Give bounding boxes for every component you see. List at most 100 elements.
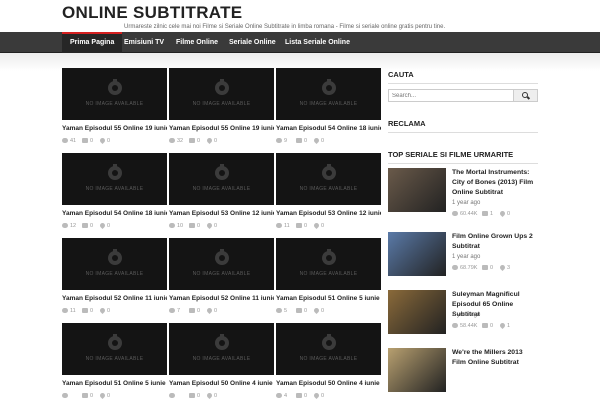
like-count: 3 xyxy=(507,265,511,271)
comment-count: 0 xyxy=(197,223,201,229)
site-title[interactable]: ONLINE SUBTITRATE xyxy=(62,3,242,23)
eye-icon xyxy=(276,393,282,399)
eye-icon xyxy=(62,223,68,229)
eye-icon xyxy=(62,393,68,399)
no-image-label: NO IMAGE AVAILABLE xyxy=(299,356,358,362)
like-count: 0 xyxy=(107,138,111,144)
post-title[interactable]: Yaman Episodul 55 Online 19 iunie xyxy=(169,125,274,132)
no-image-label: NO IMAGE AVAILABLE xyxy=(299,186,358,192)
view-count: 12 xyxy=(70,223,77,229)
search-button[interactable] xyxy=(513,90,537,101)
post-card[interactable]: NO IMAGE AVAILABLE Yaman Episodul 52 Onli… xyxy=(62,238,167,323)
top-item[interactable]: The Mortal Instruments: City of Bones (2… xyxy=(388,168,538,220)
post-thumbnail[interactable]: NO IMAGE AVAILABLE xyxy=(169,153,274,205)
heart-icon xyxy=(205,307,214,315)
comment-count: 0 xyxy=(304,308,308,314)
view-count: 11 xyxy=(70,308,76,314)
view-count: 60.44K xyxy=(460,211,478,217)
post-thumbnail[interactable]: NO IMAGE AVAILABLE xyxy=(62,238,167,290)
comment-icon xyxy=(189,223,195,229)
comment-count: 0 xyxy=(90,138,94,144)
post-title[interactable]: Yaman Episodul 51 Online 5 iunie xyxy=(276,295,381,302)
post-card[interactable]: NO IMAGE AVAILABLE Yaman Episodul 51 Onli… xyxy=(62,323,167,400)
nav-item-seriale-online[interactable]: Seriale Online xyxy=(229,32,276,53)
post-title[interactable]: Yaman Episodul 53 Online 12 iunie xyxy=(169,210,274,217)
no-image-label: NO IMAGE AVAILABLE xyxy=(192,186,251,192)
comment-icon xyxy=(82,223,88,229)
comment-icon xyxy=(82,393,88,399)
top-item[interactable]: Suleyman Magnificul Episodul 65 Online S… xyxy=(388,290,538,342)
top-item-thumbnail[interactable] xyxy=(388,348,446,392)
top-item-title[interactable]: The Mortal Instruments: City of Bones (2… xyxy=(452,168,538,198)
top-item[interactable]: Film Online Grown Ups 2 Subtitrat 1 year … xyxy=(388,232,538,284)
eye-icon xyxy=(276,223,282,229)
eye-icon xyxy=(169,308,175,314)
post-title[interactable]: Yaman Episodul 54 Online 18 iunie xyxy=(62,210,167,217)
nav-item-prima-pagina[interactable]: Prima Pagina xyxy=(62,32,123,53)
search-input[interactable] xyxy=(389,90,514,101)
like-count: 0 xyxy=(107,393,111,399)
post-card[interactable]: NO IMAGE AVAILABLE Yaman Episodul 55 Onli… xyxy=(62,68,167,153)
view-count: 7 xyxy=(177,308,181,314)
post-stats: 10 0 0 xyxy=(169,222,274,231)
post-thumbnail[interactable]: NO IMAGE AVAILABLE xyxy=(276,323,381,375)
post-stats: 41 0 0 xyxy=(62,137,167,146)
nav-item-filme-online[interactable]: Filme Online xyxy=(176,32,218,53)
eye-icon xyxy=(62,308,68,314)
post-thumbnail[interactable]: NO IMAGE AVAILABLE xyxy=(62,153,167,205)
post-title[interactable]: Yaman Episodul 51 Online 5 iunie xyxy=(62,380,167,387)
post-title[interactable]: Yaman Episodul 50 Online 4 iunie xyxy=(276,380,381,387)
post-card[interactable]: NO IMAGE AVAILABLE Yaman Episodul 54 Onli… xyxy=(62,153,167,238)
post-thumbnail[interactable]: NO IMAGE AVAILABLE xyxy=(276,238,381,290)
post-thumbnail[interactable]: NO IMAGE AVAILABLE xyxy=(169,238,274,290)
post-card[interactable]: NO IMAGE AVAILABLE Yaman Episodul 53 Onli… xyxy=(169,153,274,238)
post-title[interactable]: Yaman Episodul 52 Online 11 iunie xyxy=(169,295,274,302)
post-thumbnail[interactable]: NO IMAGE AVAILABLE xyxy=(276,153,381,205)
post-card[interactable]: NO IMAGE AVAILABLE Yaman Episodul 51 Onli… xyxy=(276,238,381,323)
post-card[interactable]: NO IMAGE AVAILABLE Yaman Episodul 53 Onli… xyxy=(276,153,381,238)
top-item-title[interactable]: Film Online Grown Ups 2 Subtitrat xyxy=(452,232,538,252)
comment-icon xyxy=(189,308,195,314)
camera-icon xyxy=(108,334,122,350)
top-item[interactable]: We're the Millers 2013 Film Online Subti… xyxy=(388,348,538,400)
like-count: 0 xyxy=(107,308,111,314)
like-count: 1 xyxy=(507,323,511,329)
top-item-thumbnail[interactable] xyxy=(388,290,446,334)
comment-count: 0 xyxy=(197,308,201,314)
top-item-thumbnail[interactable] xyxy=(388,168,446,212)
top-item-title[interactable]: We're the Millers 2013 Film Online Subti… xyxy=(452,348,538,368)
like-count: 0 xyxy=(321,393,325,399)
divider xyxy=(388,132,538,133)
post-thumbnail[interactable]: NO IMAGE AVAILABLE xyxy=(62,323,167,375)
heart-icon xyxy=(498,322,507,330)
comment-icon xyxy=(82,308,88,314)
view-count: 41 xyxy=(70,138,77,144)
view-count: 58.44K xyxy=(460,323,478,329)
post-title[interactable]: Yaman Episodul 52 Online 11 iunie xyxy=(62,295,167,302)
post-stats: 11 0 0 xyxy=(276,222,381,231)
top-item-stats: 58.44K 0 1 xyxy=(452,322,538,331)
comment-count: 0 xyxy=(90,393,94,399)
post-thumbnail[interactable]: NO IMAGE AVAILABLE xyxy=(276,68,381,120)
post-title[interactable]: Yaman Episodul 53 Online 12 iunie xyxy=(276,210,381,217)
camera-icon xyxy=(322,249,336,265)
comment-count: 0 xyxy=(304,393,308,399)
camera-icon xyxy=(108,164,122,180)
post-thumbnail[interactable]: NO IMAGE AVAILABLE xyxy=(62,68,167,120)
top-item-thumbnail[interactable] xyxy=(388,232,446,276)
post-card[interactable]: NO IMAGE AVAILABLE Yaman Episodul 54 Onli… xyxy=(276,68,381,153)
heart-icon xyxy=(98,392,107,400)
post-thumbnail[interactable]: NO IMAGE AVAILABLE xyxy=(169,323,274,375)
post-thumbnail[interactable]: NO IMAGE AVAILABLE xyxy=(169,68,274,120)
post-card[interactable]: NO IMAGE AVAILABLE Yaman Episodul 50 Onli… xyxy=(276,323,381,400)
view-count: 10 xyxy=(177,223,184,229)
like-count: 0 xyxy=(214,223,218,229)
post-title[interactable]: Yaman Episodul 55 Online 19 iunie xyxy=(62,125,167,132)
post-card[interactable]: NO IMAGE AVAILABLE Yaman Episodul 50 Onli… xyxy=(169,323,274,400)
post-title[interactable]: Yaman Episodul 54 Online 18 iunie xyxy=(276,125,381,132)
post-title[interactable]: Yaman Episodul 50 Online 4 iunie xyxy=(169,380,274,387)
nav-item-emisiuni-tv[interactable]: Emisiuni TV xyxy=(124,32,164,53)
post-card[interactable]: NO IMAGE AVAILABLE Yaman Episodul 55 Onli… xyxy=(169,68,274,153)
post-card[interactable]: NO IMAGE AVAILABLE Yaman Episodul 52 Onli… xyxy=(169,238,274,323)
nav-item-lista-seriale-online[interactable]: Lista Seriale Online xyxy=(285,32,350,53)
